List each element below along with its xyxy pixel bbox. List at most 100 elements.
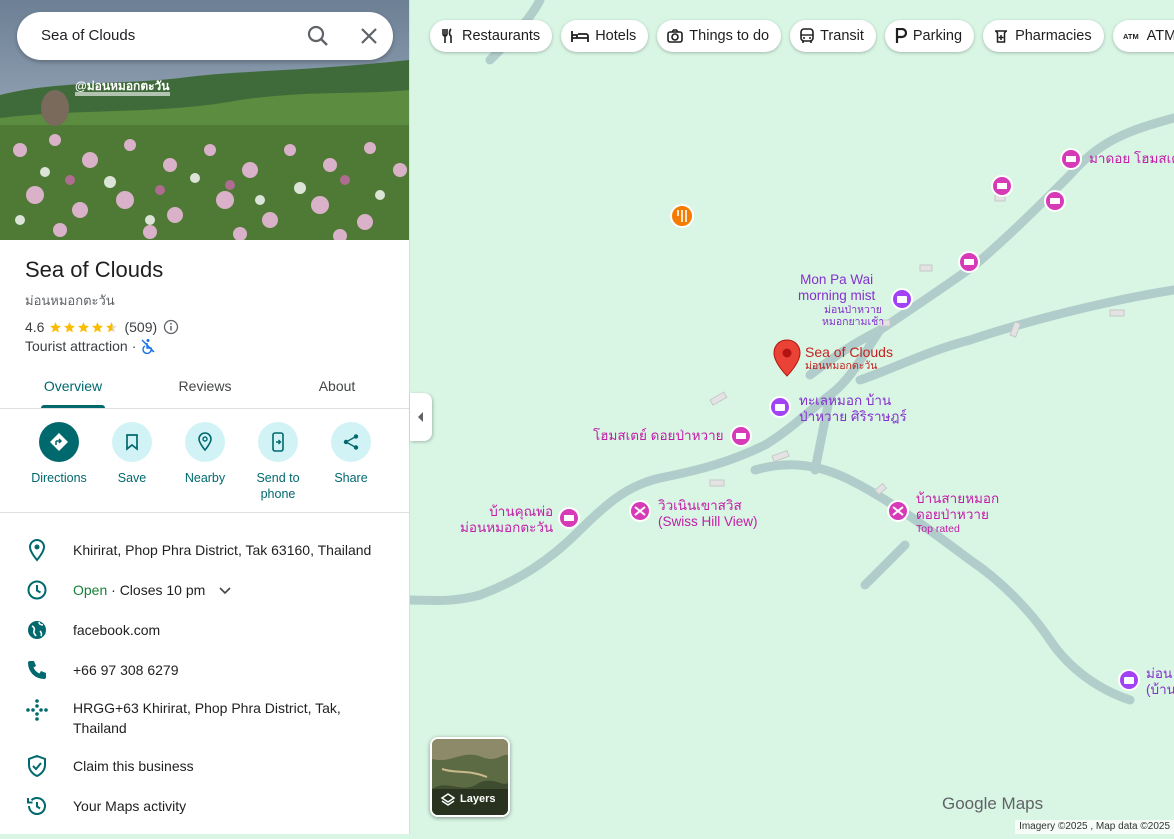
filter-label: Pharmacies (1015, 28, 1092, 44)
camera-icon (667, 29, 684, 43)
collapse-panel-button[interactable] (410, 393, 432, 441)
address-row[interactable]: Khirirat, Phop Phra District, Tak 63160,… (0, 529, 409, 569)
filter-atms[interactable]: ATM ATMs (1112, 20, 1174, 52)
poi-sea-mist-label[interactable]: ทะเลหมอก บ้าน ป่าหวาย ศิริราษฎร์ (799, 393, 907, 425)
maps-activity-text: Your Maps activity (73, 798, 187, 814)
open-status: Open (73, 582, 108, 598)
search-input[interactable]: Sea of Clouds (41, 27, 135, 44)
bed-icon (571, 31, 590, 42)
place-category[interactable]: Tourist attraction (25, 338, 128, 354)
hotel-pin-icon[interactable] (1044, 190, 1066, 212)
nearby-icon (198, 432, 212, 452)
top-rated-badge: Top rated (916, 523, 960, 535)
phone-number[interactable]: +66 97 308 6279 (73, 660, 393, 680)
no-wheelchair-icon[interactable] (140, 338, 156, 354)
location-pin-icon (28, 539, 46, 562)
hours-row[interactable]: Open · Closes 10 pm (0, 569, 409, 609)
hotel-pin-icon[interactable] (958, 251, 980, 273)
map-canvas[interactable] (405, 0, 1174, 834)
rating-row[interactable]: 4.6 (509) (25, 318, 179, 336)
poi-ban-sai-mok-label[interactable]: บ้านสายหมอก ดอยป่าหวาย (916, 491, 999, 523)
plus-code-icon (26, 699, 48, 721)
filter-things-to-do[interactable]: Things to do (657, 20, 782, 52)
filter-restaurants[interactable]: Restaurants (430, 20, 553, 52)
poi-homestay-label[interactable]: โฮมสเตย์ ดอยป่าหวาย (593, 428, 724, 444)
globe-icon (28, 621, 46, 639)
place-details-panel: @ม่อนหมอกตะวัน Sea of Clouds Sea of Clou… (0, 0, 410, 834)
verified-shield-icon (28, 754, 46, 778)
layers-label: Layers (460, 793, 496, 805)
map-attribution[interactable]: Imagery ©2025 , Map data ©2025 (1015, 820, 1174, 834)
action-label: Save (117, 471, 147, 485)
selected-place-label[interactable]: Sea of Clouds (805, 344, 893, 360)
atm-icon: ATM (1123, 32, 1139, 41)
filter-transit[interactable]: Transit (790, 20, 876, 52)
share-button[interactable]: Share (315, 422, 387, 486)
poi-ma-doi-label[interactable]: มาดอย โฮมสเต (1089, 151, 1174, 167)
plus-code-row[interactable]: HRGG+63 Khirirat, Phop Phra District, Ta… (0, 689, 409, 741)
place-title: Sea of Clouds (25, 257, 164, 282)
save-button[interactable]: Save (96, 422, 168, 486)
place-tabs: Overview Reviews About (0, 366, 409, 409)
poi-edge-label[interactable]: ม่อน (บ้าน (1146, 666, 1174, 698)
website-link[interactable]: facebook.com (73, 620, 393, 640)
search-box[interactable]: Sea of Clouds (17, 12, 393, 60)
filter-pharmacies[interactable]: Pharmacies (983, 20, 1104, 52)
attraction-pin-icon[interactable] (1118, 669, 1140, 691)
layers-button[interactable]: Layers (430, 737, 510, 817)
website-row[interactable]: facebook.com (0, 609, 409, 649)
filter-hotels[interactable]: Hotels (561, 20, 649, 52)
filter-label: ATMs (1146, 28, 1174, 44)
action-label: Directions (31, 471, 87, 485)
viewpoint-pin-icon[interactable] (887, 500, 909, 522)
filter-label: Hotels (595, 28, 637, 44)
nearby-button[interactable]: Nearby (169, 422, 241, 486)
claim-business-row[interactable]: Claim this business (0, 745, 409, 785)
poi-swiss-hill-label[interactable]: วิวเนินเขาสวิส (Swiss Hill View) (658, 498, 758, 530)
filter-parking[interactable]: Parking (884, 20, 975, 52)
clock-icon (27, 580, 47, 600)
search-icon (307, 25, 328, 46)
poi-ban-khun-pho-label[interactable]: บ้านคุณพ่อ ม่อนหมอกตะวัน (460, 504, 553, 536)
action-label: Share (334, 471, 368, 485)
tab-reviews[interactable]: Reviews (165, 366, 245, 408)
info-icon[interactable] (163, 319, 179, 335)
hotel-pin-icon[interactable] (1060, 148, 1082, 170)
tab-overview[interactable]: Overview (33, 366, 113, 408)
hotel-pin-icon[interactable] (558, 507, 580, 529)
rating-value: 4.6 (25, 319, 45, 335)
action-label: Nearby (184, 471, 226, 485)
maps-activity-row[interactable]: Your Maps activity (0, 785, 409, 825)
selected-location-pin-icon[interactable] (773, 339, 801, 377)
svg-text:ATM: ATM (1123, 32, 1139, 41)
rating-stars (49, 321, 119, 334)
closing-time: · Closes 10 pm (107, 582, 206, 598)
restaurant-pin-icon[interactable] (670, 204, 694, 228)
hotel-pin-icon[interactable] (991, 175, 1013, 197)
pharmacy-icon (995, 30, 1008, 43)
phone-row[interactable]: +66 97 308 6279 (0, 649, 409, 689)
clear-search-button[interactable] (355, 22, 383, 50)
directions-button[interactable]: Directions (23, 422, 95, 486)
claim-business-text: Claim this business (73, 758, 194, 774)
bus-icon (800, 28, 814, 43)
chevron-down-icon[interactable] (219, 587, 231, 595)
star-icon (64, 321, 76, 332)
tab-about[interactable]: About (297, 366, 377, 408)
attraction-pin-icon[interactable] (769, 396, 791, 418)
star-icon (50, 321, 62, 332)
attraction-pin-icon[interactable] (891, 288, 913, 310)
viewpoint-pin-icon[interactable] (629, 500, 651, 522)
phone-icon (28, 661, 46, 679)
search-button[interactable] (304, 22, 332, 50)
fork-knife-icon (442, 28, 452, 43)
review-count[interactable]: (509) (124, 319, 157, 335)
star-icon (78, 321, 90, 332)
filter-label: Parking (912, 28, 963, 44)
parking-icon (895, 28, 907, 43)
send-to-phone-button[interactable]: Send to phone (242, 422, 314, 502)
star-icon (106, 321, 118, 332)
category-row: Tourist attraction · (25, 338, 156, 354)
poi-mon-pa-wai-label[interactable]: Mon Pa Wai morning mist (798, 272, 875, 304)
hotel-pin-icon[interactable] (730, 425, 752, 447)
